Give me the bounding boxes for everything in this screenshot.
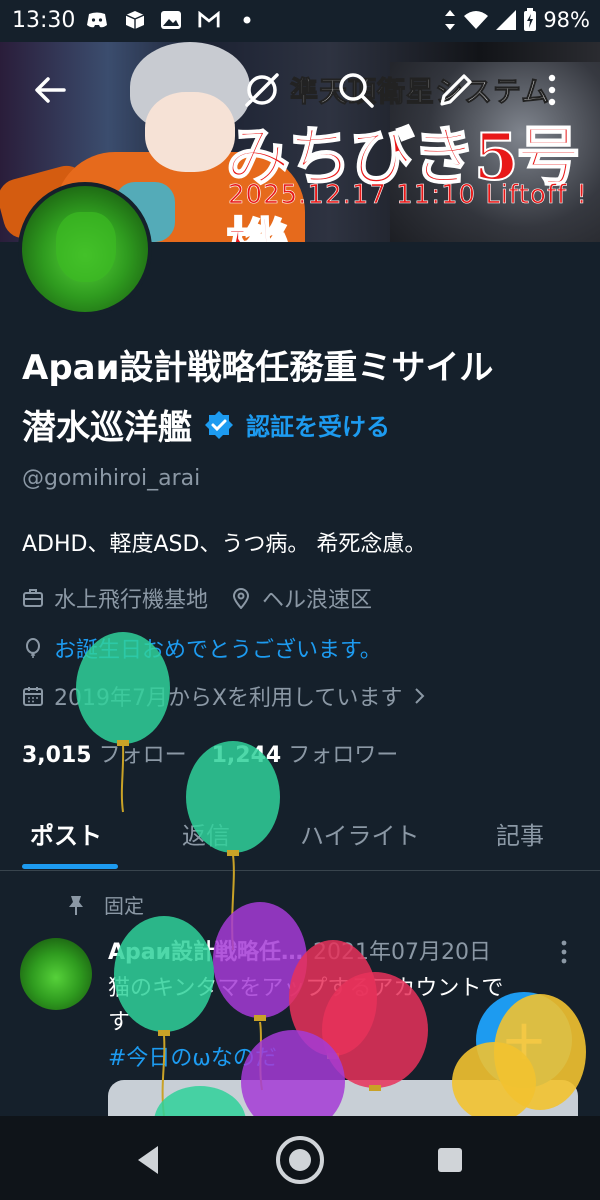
- tweet-more-button[interactable]: [554, 938, 574, 970]
- more-options-button[interactable]: [532, 70, 572, 110]
- gmail-icon: [198, 9, 220, 31]
- pinned-indicator: 固定: [66, 890, 144, 919]
- birthday-message[interactable]: お誕生日おめでとうございます。: [54, 632, 382, 664]
- verified-badge-icon: [205, 410, 233, 439]
- system-nav-bar: [0, 1116, 600, 1200]
- tweet-author[interactable]: Apaи設計戦略任…: [108, 934, 303, 966]
- nav-home-icon[interactable]: [274, 1134, 326, 1186]
- tweet-media[interactable]: [108, 1080, 578, 1120]
- more-vertical-icon: [561, 940, 567, 964]
- profile-name-line1: Apaи設計戦略任務重ミサイル: [22, 348, 494, 388]
- tab-articles[interactable]: 記事: [496, 816, 544, 851]
- chevron-right-icon: [415, 688, 425, 704]
- data-arrows-icon: [445, 10, 456, 30]
- edit-button[interactable]: [436, 70, 476, 110]
- grok-icon: [245, 73, 279, 107]
- wifi-icon: [464, 11, 489, 29]
- tweet-date: 2021年07月20日: [313, 940, 492, 965]
- status-right: 98%: [443, 8, 590, 32]
- profile-name-row: 潜水巡洋艦 認証を受ける: [22, 400, 390, 449]
- back-arrow-icon: [35, 77, 66, 103]
- balloon-icon: [26, 638, 40, 658]
- banner-title: みちびき5号機: [225, 119, 582, 242]
- followers-link[interactable]: 1,244 フォロワー: [212, 743, 399, 768]
- get-verified-link[interactable]: 認証を受ける: [246, 407, 390, 442]
- followers-count: 1,244: [211, 743, 282, 768]
- status-bar: 13:30 98%: [0, 0, 600, 42]
- following-count: 3,015: [22, 743, 92, 768]
- discord-icon: [86, 9, 108, 31]
- banner-art-character-face: [145, 92, 235, 172]
- banner-date: 2025.12.17 11:10 Liftoff !: [228, 180, 588, 211]
- grok-button[interactable]: [242, 70, 282, 110]
- profile-name-line2: 潜水巡洋艦: [22, 408, 192, 448]
- avatar-art: [56, 212, 116, 282]
- search-icon: [339, 73, 374, 108]
- profile-handle: @gomihiroi_arai: [22, 466, 201, 491]
- tweet-avatar[interactable]: [20, 938, 92, 1010]
- profile-job: 水上飛行機基地: [54, 588, 209, 613]
- follow-counts: 3,015 フォロー 1,244 フォロワー: [22, 737, 398, 769]
- profile-joined: 2019年7月からXを利用しています: [54, 686, 403, 711]
- profile-meta-row1: 水上飛行機基地 ヘル浪速区: [22, 582, 372, 614]
- search-button[interactable]: [336, 70, 376, 110]
- nav-back-icon[interactable]: [134, 1144, 162, 1176]
- tweet-hashtag[interactable]: #今日のωなのだ: [108, 1040, 277, 1072]
- location-pin-icon: [233, 588, 250, 609]
- pin-icon: [69, 895, 83, 915]
- profile-bio: ADHD、軽度ASD、うつ病。 希死念慮。: [22, 532, 427, 557]
- tweet-header: Apaи設計戦略任… 2021年07月20日: [108, 934, 568, 966]
- more-vertical-icon: [548, 74, 556, 106]
- pinned-label: 固定: [104, 894, 144, 918]
- box-icon: [124, 9, 146, 31]
- nav-recents-icon[interactable]: [436, 1146, 464, 1174]
- briefcase-icon: [23, 589, 43, 607]
- profile-joined-row[interactable]: 2019年7月からXを利用しています: [22, 680, 426, 712]
- back-button[interactable]: [30, 70, 70, 110]
- following-label: フォロー: [98, 743, 187, 768]
- tab-posts[interactable]: ポスト: [30, 816, 102, 851]
- active-tab-indicator: [22, 864, 118, 869]
- plus-icon: +: [500, 1007, 548, 1073]
- dot-icon: [236, 9, 258, 31]
- photo-icon: [160, 9, 182, 31]
- banner-subtitle: 準天頂衛星システム: [289, 75, 551, 109]
- battery-percent: 98%: [543, 8, 590, 32]
- signal-icon: [496, 10, 517, 30]
- tab-divider: [0, 870, 600, 871]
- tab-replies[interactable]: 返信: [182, 816, 230, 851]
- battery-icon: [524, 8, 537, 31]
- status-time: 13:30: [12, 8, 76, 33]
- following-link[interactable]: 3,015 フォロー: [22, 743, 187, 768]
- pencil-icon: [440, 74, 472, 106]
- tab-highlights[interactable]: ハイライト: [300, 816, 420, 851]
- profile-avatar[interactable]: [18, 182, 152, 316]
- profile-location: ヘル浪速区: [262, 588, 373, 613]
- calendar-icon: [23, 687, 43, 706]
- compose-button[interactable]: +: [476, 992, 572, 1088]
- followers-label: フォロワー: [288, 743, 399, 768]
- profile-meta-row2: お誕生日おめでとうございます。: [22, 632, 382, 664]
